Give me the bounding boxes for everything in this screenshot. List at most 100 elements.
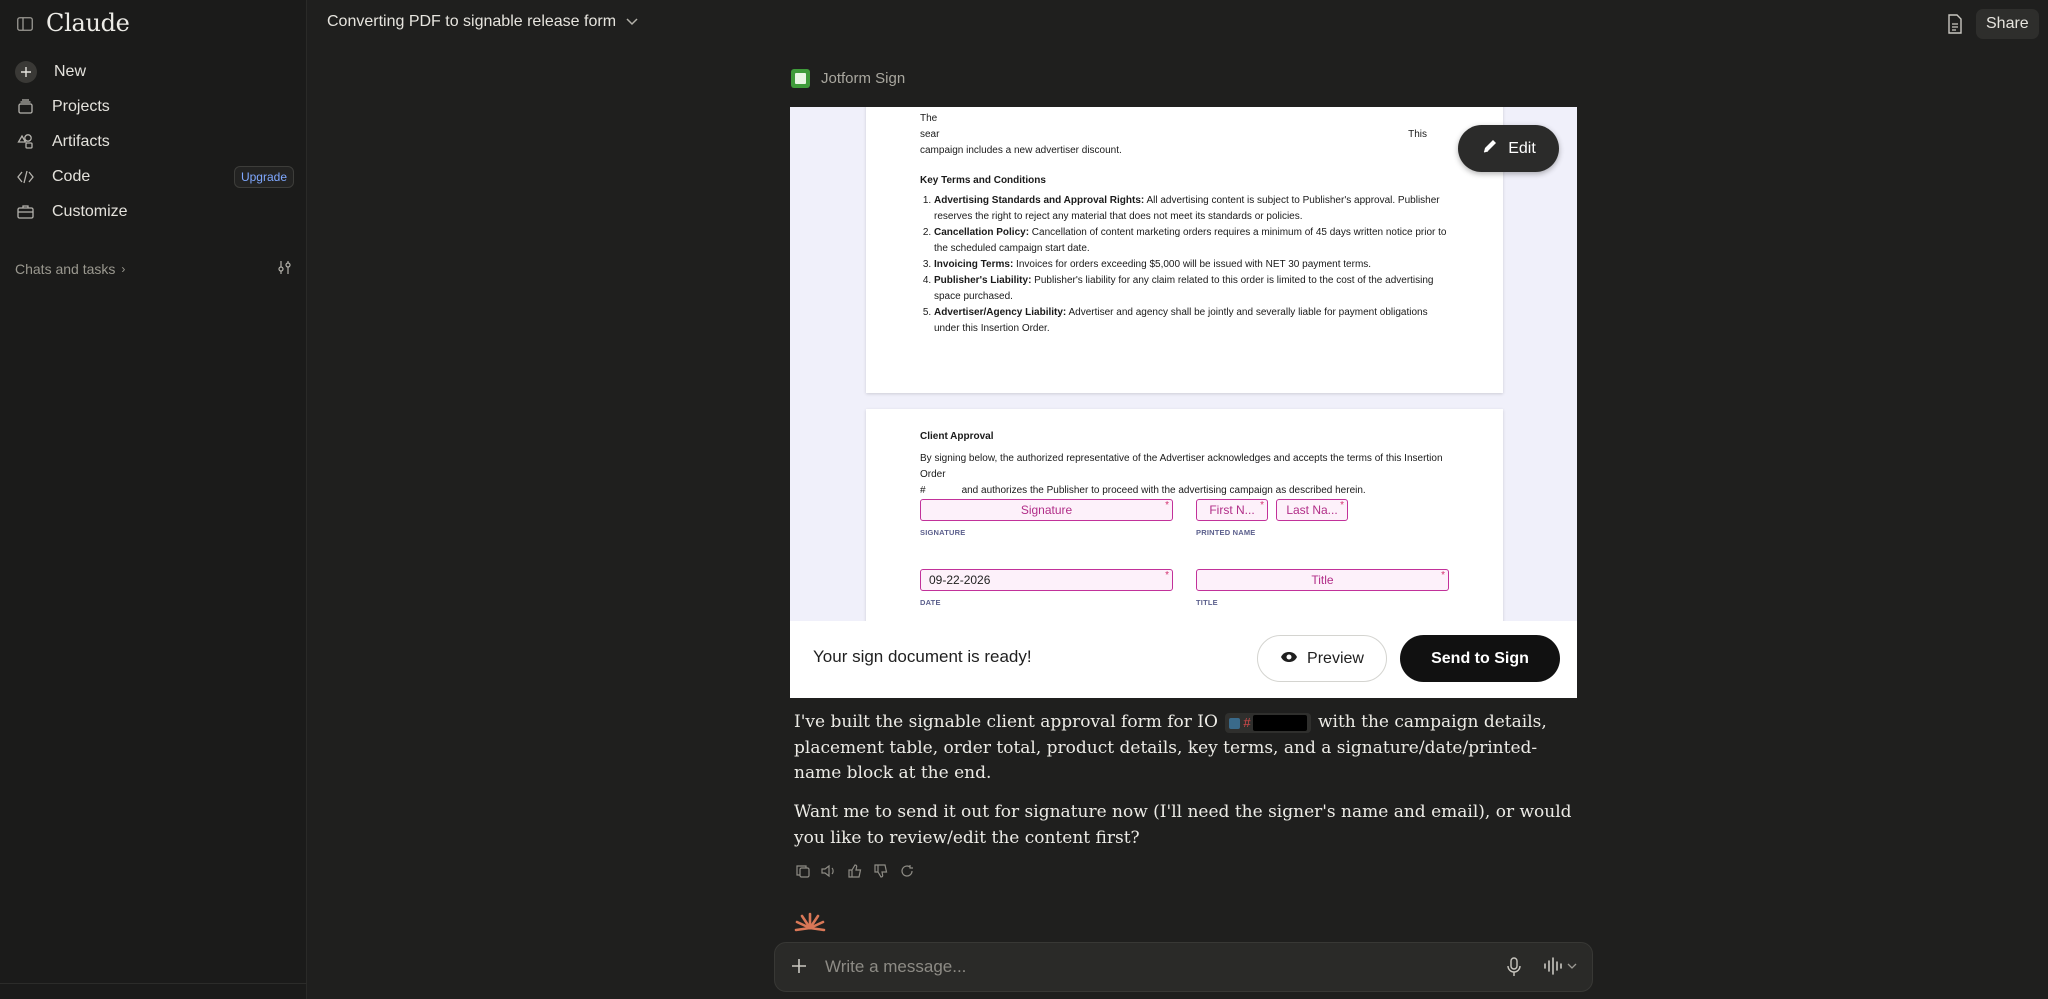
page2-content: Client Approval By signing below, the au… (920, 429, 1453, 499)
thumbs-up-icon[interactable] (846, 862, 863, 879)
preview-button-label: Preview (1307, 649, 1364, 667)
tool-header: Jotform Sign (791, 69, 905, 88)
edit-button-label: Edit (1508, 139, 1536, 157)
attach-plus-icon[interactable] (791, 956, 807, 978)
filter-icon[interactable] (277, 260, 292, 278)
document-page-1: The sear This campaign includes a new ad… (866, 107, 1503, 393)
message-composer[interactable]: Write a message... (774, 942, 1593, 992)
retry-icon[interactable] (898, 862, 915, 879)
assistant-message-paragraph-2: Want me to send it out for signature now… (794, 802, 1572, 848)
term-item: Advertiser/Agency Liability: Advertiser … (934, 305, 1453, 337)
chip-square-icon (1229, 717, 1241, 729)
term-item: Advertising Standards and Approval Right… (934, 193, 1453, 225)
title-field-label: Title (1311, 573, 1334, 587)
intro-line1-start: The (920, 113, 938, 124)
term-title: Invoicing Terms: (934, 259, 1014, 270)
message-actions (794, 862, 915, 879)
term-item: Publisher's Liability: Publisher's liabi… (934, 273, 1453, 305)
document-page-2: Client Approval By signing below, the au… (866, 409, 1503, 621)
terms-list: Advertising Standards and Approval Right… (920, 193, 1453, 337)
sidebar-item-label: New (54, 62, 87, 80)
conversation-title[interactable]: Converting PDF to signable release form (327, 13, 638, 31)
send-to-sign-button[interactable]: Send to Sign (1400, 635, 1560, 682)
sidebar-item-label: Artifacts (52, 132, 110, 150)
stack-icon (15, 97, 35, 117)
term-title: Publisher's Liability: (934, 275, 1032, 286)
required-mark: * (1165, 570, 1169, 581)
first-name-field[interactable]: First N... * (1196, 499, 1268, 521)
ready-text: Your sign document is ready! (813, 647, 1032, 666)
signature-field[interactable]: Signature * (920, 499, 1173, 521)
intro-line1-end: This (1408, 129, 1427, 140)
sidebar-item-code[interactable]: Code Upgrade (0, 159, 307, 194)
preview-button[interactable]: Preview (1257, 635, 1387, 682)
printed-name-caption: PRINTED NAME (1196, 528, 1256, 537)
tool-name: Jotform Sign (821, 70, 906, 87)
ready-bar: Your sign document is ready! Preview Sen… (790, 621, 1577, 698)
sidebar-item-label: Customize (52, 202, 128, 220)
chip-hash: # (1243, 714, 1251, 730)
term-item: Cancellation Policy: Cancellation of con… (934, 225, 1453, 257)
date-field-value: 09-22-2026 (929, 573, 991, 587)
approval-paragraph-2-text: and authorizes the Publisher to proceed … (961, 485, 1366, 496)
sidebar-item-label: Projects (52, 97, 110, 115)
speaker-icon[interactable] (820, 862, 837, 879)
microphone-icon[interactable] (1507, 957, 1521, 982)
intro-line2-start: sear (920, 129, 940, 140)
shapes-icon (15, 132, 35, 152)
message-input[interactable]: Write a message... (825, 957, 966, 977)
document-icon[interactable] (1947, 14, 1963, 34)
title-field[interactable]: Title * (1196, 569, 1449, 591)
date-field[interactable]: 09-22-2026 * (920, 569, 1173, 591)
sidebar: Claude New Projects Artifacts Code Upgra… (0, 0, 307, 999)
sidebar-nav: New Projects Artifacts Code Upgrade Cust… (0, 54, 307, 229)
voice-mode-icon[interactable] (1543, 957, 1577, 975)
sidebar-item-label: Code (52, 167, 91, 185)
assistant-message-paragraph-1: I've built the signable client approval … (794, 710, 1574, 787)
message-text: I've built the signable client approval … (794, 712, 1218, 732)
sidebar-item-artifacts[interactable]: Artifacts (0, 124, 307, 159)
app-logo[interactable]: Claude (46, 9, 130, 37)
page1-content: The sear This campaign includes a new ad… (920, 111, 1453, 337)
io-number-prefix: # (920, 485, 926, 496)
io-reference-chip: # (1225, 712, 1311, 733)
term-text: Invoices for orders exceeding $5,000 wil… (1013, 259, 1372, 270)
terms-heading: Key Terms and Conditions (920, 175, 1046, 186)
document-viewer[interactable]: The sear This campaign includes a new ad… (790, 107, 1577, 621)
required-mark: * (1441, 570, 1445, 581)
chats-header-label: Chats and tasks (15, 261, 116, 277)
signature-caption: SIGNATURE (920, 528, 966, 537)
jotform-sign-icon (791, 69, 810, 88)
term-title: Advertiser/Agency Liability: (934, 307, 1067, 318)
thumbs-down-icon[interactable] (872, 862, 889, 879)
edit-button[interactable]: Edit (1458, 125, 1559, 172)
first-name-field-label: First N... (1209, 503, 1255, 517)
intro-line3: campaign includes a new advertiser disco… (920, 145, 1122, 156)
chevron-down-icon (1567, 963, 1577, 969)
eye-icon (1280, 650, 1298, 668)
sidebar-item-new[interactable]: New (0, 54, 307, 89)
last-name-field-label: Last Na... (1286, 503, 1338, 517)
chats-and-tasks-header[interactable]: Chats and tasks › (15, 260, 292, 278)
sidebar-toggle-icon[interactable] (15, 15, 35, 33)
upgrade-badge[interactable]: Upgrade (233, 165, 294, 188)
term-item: Invoicing Terms: Invoices for orders exc… (934, 257, 1453, 273)
pencil-icon (1481, 137, 1499, 160)
signature-field-label: Signature (1020, 503, 1073, 517)
approval-paragraph-2: # and authorizes the Publisher to proceed… (920, 483, 1453, 499)
last-name-field[interactable]: Last Na... * (1276, 499, 1348, 521)
share-button[interactable]: Share (1976, 9, 2039, 39)
plus-icon (15, 60, 37, 83)
sidebar-item-projects[interactable]: Projects (0, 89, 307, 124)
conversation-title-text: Converting PDF to signable release form (327, 13, 617, 30)
term-title: Advertising Standards and Approval Right… (934, 195, 1145, 206)
copy-icon[interactable] (794, 862, 811, 879)
code-icon (15, 167, 35, 187)
title-caption: TITLE (1196, 598, 1218, 607)
sidebar-top (15, 12, 35, 36)
sidebar-divider (0, 983, 307, 984)
redacted-block (1252, 715, 1307, 732)
required-mark: * (1165, 500, 1169, 511)
sidebar-item-customize[interactable]: Customize (0, 194, 307, 229)
date-caption: DATE (920, 598, 941, 607)
